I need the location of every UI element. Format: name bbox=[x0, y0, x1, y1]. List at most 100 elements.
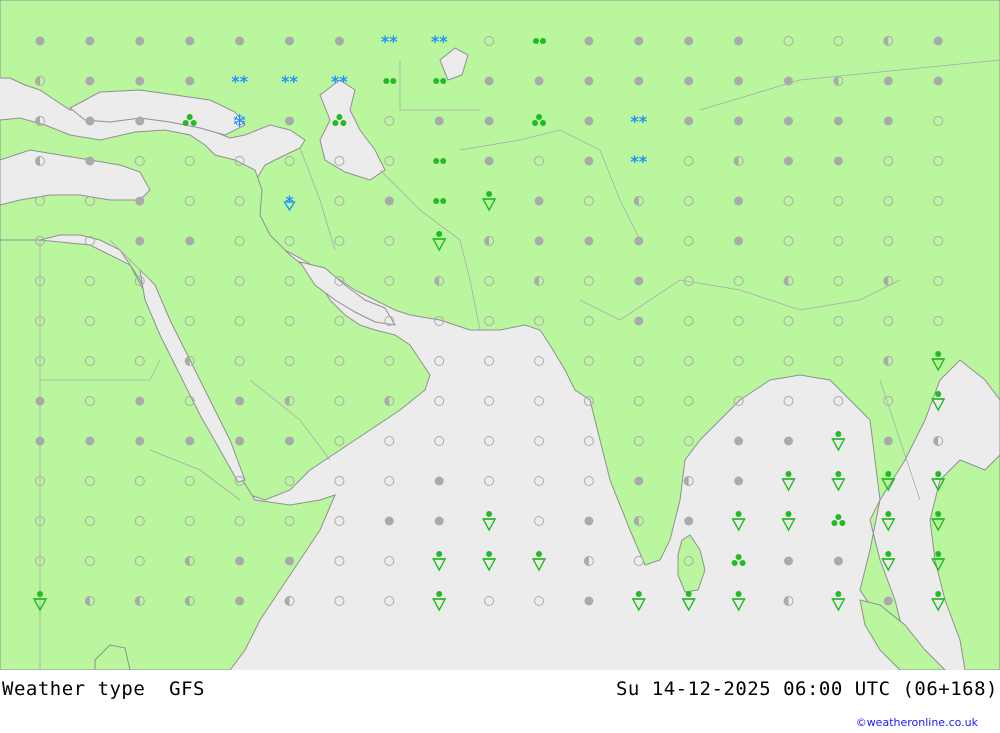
dot-full-symbol bbox=[135, 436, 145, 446]
dot-full-symbol bbox=[434, 476, 444, 486]
dot-full-symbol bbox=[684, 516, 694, 526]
dot-full-symbol bbox=[135, 36, 145, 46]
dot-full-symbol bbox=[534, 76, 544, 86]
dot-full-symbol bbox=[484, 156, 494, 166]
dot-full-symbol bbox=[883, 116, 893, 126]
dot-full-symbol bbox=[35, 396, 45, 406]
dot-full-symbol bbox=[684, 36, 694, 46]
svg-text:**: ** bbox=[281, 72, 298, 91]
dot-full-symbol bbox=[35, 36, 45, 46]
svg-text:**: ** bbox=[331, 72, 348, 91]
snow-symbol: ** bbox=[381, 32, 398, 51]
snow-symbol: ❄ bbox=[232, 111, 247, 132]
map-title: Weather type GFS bbox=[2, 678, 205, 700]
dot-full-symbol bbox=[85, 156, 95, 166]
dot-full-symbol bbox=[85, 76, 95, 86]
dot-full-symbol bbox=[285, 436, 294, 446]
dot-full-symbol bbox=[185, 236, 195, 246]
dot-full-symbol bbox=[534, 196, 544, 206]
dot-full-symbol bbox=[384, 516, 394, 526]
dot-full-symbol bbox=[35, 436, 45, 446]
dot-full-symbol bbox=[334, 36, 344, 46]
dot-full-symbol bbox=[185, 436, 195, 446]
dot-full-symbol bbox=[634, 316, 644, 326]
dot-full-symbol bbox=[534, 236, 544, 246]
dot-full-symbol bbox=[135, 116, 145, 126]
dot-full-symbol bbox=[833, 156, 843, 166]
dot-full-symbol bbox=[584, 236, 594, 246]
snow-symbol: ** bbox=[630, 152, 647, 171]
dot-full-symbol bbox=[135, 196, 145, 206]
dot-full-symbol bbox=[684, 76, 694, 86]
dot-full-symbol bbox=[883, 436, 893, 446]
svg-text:**: ** bbox=[630, 112, 647, 131]
dot-full-symbol bbox=[185, 36, 195, 46]
svg-text:**: ** bbox=[231, 72, 248, 91]
dot-full-symbol bbox=[484, 76, 494, 86]
dot-full-symbol bbox=[285, 36, 294, 46]
dot-full-symbol bbox=[634, 276, 644, 286]
dot-full-symbol bbox=[584, 36, 594, 46]
dot-full-symbol bbox=[235, 36, 245, 46]
dot-full-symbol bbox=[185, 76, 195, 86]
dot-full-symbol bbox=[484, 116, 494, 126]
dot-full-symbol bbox=[883, 76, 893, 86]
dot-full-symbol bbox=[933, 76, 943, 86]
dot-full-symbol bbox=[85, 36, 95, 46]
dot-full-symbol bbox=[235, 556, 245, 566]
dot-full-symbol bbox=[734, 236, 744, 246]
dot-full-symbol bbox=[135, 236, 145, 246]
snow-symbol: ** bbox=[630, 112, 647, 131]
svg-text:**: ** bbox=[431, 32, 448, 51]
dot-full-symbol bbox=[734, 36, 744, 46]
dot-full-symbol bbox=[584, 116, 594, 126]
dot-full-symbol bbox=[734, 76, 744, 86]
svg-text:**: ** bbox=[381, 32, 398, 51]
dot-full-symbol bbox=[833, 556, 843, 566]
dot-full-symbol bbox=[883, 596, 893, 606]
dot-full-symbol bbox=[434, 516, 444, 526]
dot-full-symbol bbox=[634, 236, 644, 246]
dot-full-symbol bbox=[784, 76, 793, 86]
snow-symbol: ** bbox=[331, 72, 348, 91]
dot-full-symbol bbox=[784, 156, 793, 166]
dot-full-symbol bbox=[584, 76, 594, 86]
snow-symbol: ** bbox=[281, 72, 298, 91]
dot-full-symbol bbox=[784, 116, 793, 126]
snow-symbol: ** bbox=[231, 72, 248, 91]
snow-symbol: ** bbox=[431, 32, 448, 51]
dot-full-symbol bbox=[634, 36, 644, 46]
svg-text:❄: ❄ bbox=[232, 111, 247, 132]
dot-full-symbol bbox=[235, 436, 245, 446]
dot-full-symbol bbox=[85, 436, 95, 446]
dot-full-symbol bbox=[85, 116, 95, 126]
dot-full-symbol bbox=[734, 436, 744, 446]
dot-full-symbol bbox=[285, 556, 294, 566]
dot-full-symbol bbox=[784, 436, 793, 446]
valid-time: Su 14-12-2025 06:00 UTC (06+168) bbox=[615, 678, 998, 700]
credit-link[interactable]: ©weatheronline.co.uk bbox=[856, 716, 978, 729]
dot-full-symbol bbox=[833, 116, 843, 126]
dot-full-symbol bbox=[734, 196, 744, 206]
dot-full-symbol bbox=[933, 36, 943, 46]
dot-full-symbol bbox=[235, 396, 245, 406]
dot-full-symbol bbox=[784, 556, 793, 566]
dot-full-symbol bbox=[584, 516, 594, 526]
dot-full-symbol bbox=[135, 396, 145, 406]
dot-full-symbol bbox=[584, 156, 594, 166]
dot-full-symbol bbox=[684, 116, 694, 126]
svg-text:**: ** bbox=[630, 152, 647, 171]
dot-full-symbol bbox=[135, 76, 145, 86]
dot-full-symbol bbox=[584, 596, 594, 606]
dot-full-symbol bbox=[235, 596, 245, 606]
dot-full-symbol bbox=[434, 116, 444, 126]
snow-shower-symbol: * bbox=[283, 192, 296, 212]
dot-full-symbol bbox=[734, 476, 744, 486]
dot-full-symbol bbox=[384, 196, 394, 206]
weather-map: ** ** ** ** ** ❄ ** ** * bbox=[0, 0, 1000, 670]
dot-full-symbol bbox=[734, 116, 744, 126]
dot-full-symbol bbox=[285, 116, 294, 126]
dot-full-symbol bbox=[634, 76, 644, 86]
dot-full-symbol bbox=[634, 476, 644, 486]
map-canvas: ** **** ** **❄ ***** bbox=[0, 0, 1000, 670]
